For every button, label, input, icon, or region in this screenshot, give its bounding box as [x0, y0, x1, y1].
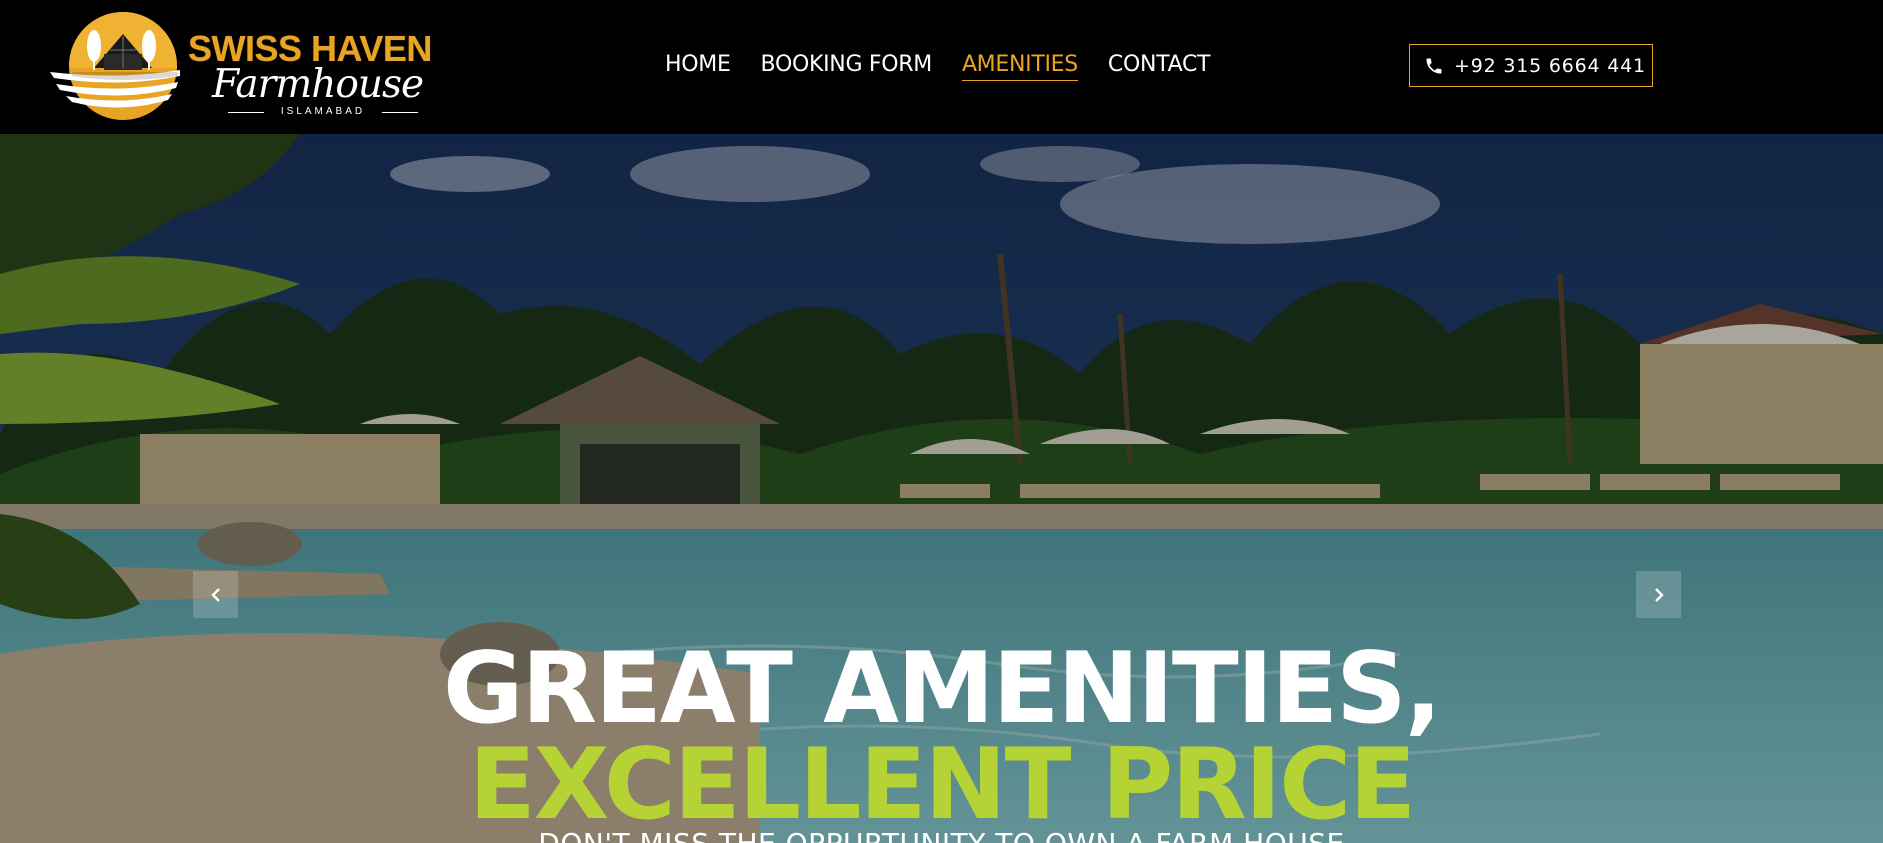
phone-icon: [1426, 58, 1442, 73]
nav-item-home[interactable]: HOME: [665, 50, 731, 81]
brand-location: ISLAMABAD: [228, 106, 418, 117]
hero-title-line2: EXCELLENT PRICE: [468, 728, 1416, 842]
logo-text: SWISS HAVEN Farmhouse ISLAMABAD: [188, 30, 448, 118]
site-header: SWISS HAVEN Farmhouse ISLAMABAD HOME BOO…: [0, 0, 1883, 134]
nav-item-contact[interactable]: CONTACT: [1108, 50, 1211, 81]
hero-slider: GREAT AMENITIES, EXCELLENT PRICE DON'T M…: [0, 134, 1883, 843]
farmhouse-emblem-icon: [50, 12, 180, 120]
hero-subtitle: DON'T MISS THE OPPURTUNITY TO OWN A FARM…: [0, 827, 1883, 843]
nav-item-booking-form[interactable]: BOOKING FORM: [761, 50, 933, 81]
brand-subname: Farmhouse: [212, 62, 424, 107]
site-logo[interactable]: SWISS HAVEN Farmhouse ISLAMABAD: [50, 10, 450, 124]
chevron-left-icon: [210, 587, 220, 602]
chevron-right-icon: [1654, 587, 1664, 602]
phone-number: +92 315 6664 441: [1454, 54, 1646, 77]
phone-button[interactable]: +92 315 6664 441: [1409, 44, 1653, 87]
main-nav: HOME BOOKING FORM AMENITIES CONTACT: [665, 50, 1240, 81]
nav-item-amenities[interactable]: AMENITIES: [961, 50, 1078, 81]
slider-next-button[interactable]: [1636, 571, 1681, 618]
slider-prev-button[interactable]: [193, 571, 238, 618]
